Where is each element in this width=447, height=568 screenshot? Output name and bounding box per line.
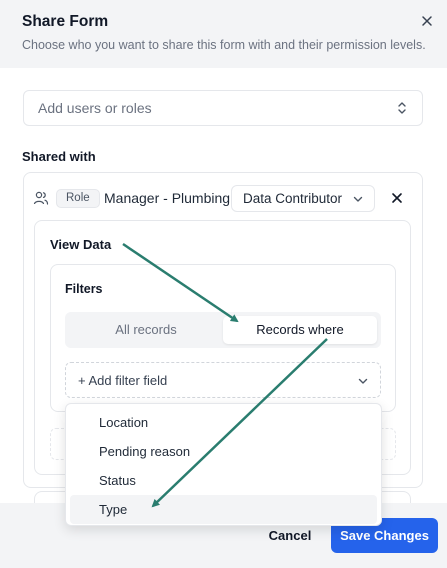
permission-value: Data Contributor (243, 191, 343, 206)
filters-title: Filters (65, 282, 103, 296)
chevron-down-icon (358, 373, 368, 388)
dialog-subtitle: Choose who you want to share this form w… (22, 38, 426, 52)
dialog-title: Share Form (22, 13, 109, 30)
assignee-name: Manager - Plumbing (104, 190, 231, 206)
dropdown-option-status[interactable]: Status (70, 466, 377, 495)
filter-field-dropdown: Location Pending reason Status Type (65, 403, 382, 526)
close-icon[interactable] (420, 14, 434, 28)
segment-all-records[interactable]: All records (69, 316, 223, 344)
records-segmented-control: All records Records where (65, 312, 381, 348)
role-badge: Role (56, 189, 100, 208)
dropdown-option-pending-reason[interactable]: Pending reason (70, 437, 377, 466)
dropdown-option-location[interactable]: Location (70, 408, 377, 437)
add-filter-field-select[interactable]: + Add filter field (65, 362, 381, 398)
shared-with-label: Shared with (22, 149, 96, 164)
segment-records-where[interactable]: Records where (223, 316, 377, 344)
dialog-header: Share Form Choose who you want to share … (0, 0, 447, 68)
add-filter-label: + Add filter field (78, 372, 168, 388)
dropdown-option-type[interactable]: Type (70, 495, 377, 524)
view-data-title: View Data (50, 237, 112, 252)
chevron-down-icon (353, 191, 363, 206)
users-icon (33, 190, 49, 206)
chevron-up-down-icon (396, 101, 408, 115)
permission-select[interactable]: Data Contributor (231, 185, 375, 212)
remove-entry-icon[interactable] (390, 191, 404, 205)
add-users-roles-combobox[interactable]: Add users or roles (23, 90, 423, 126)
combobox-placeholder: Add users or roles (38, 100, 152, 116)
